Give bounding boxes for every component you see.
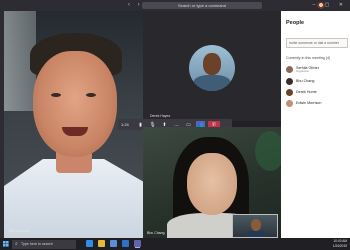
background-plant: [255, 131, 281, 171]
file-explorer-icon[interactable]: [98, 240, 105, 247]
bottom-participant-name-label: Bhu Chang: [147, 231, 165, 235]
participant-avatar: [286, 100, 293, 107]
participant-list-item[interactable]: Serhiia Olivier Organizer: [286, 64, 348, 75]
windows-start-icon[interactable]: [3, 241, 9, 247]
search-icon: ⌕: [15, 241, 18, 247]
command-search-box[interactable]: Search or type a command: [142, 2, 262, 9]
window-controls[interactable]: – ▢ ✕: [313, 2, 347, 9]
self-face: [251, 219, 261, 231]
back-forward-arrows[interactable]: ‹ ›: [128, 2, 143, 9]
participant-face: [203, 53, 221, 75]
participant-body: [193, 75, 231, 91]
participant-name: Derek Hume: [296, 90, 317, 95]
in-meeting-section-label[interactable]: Currently in this meeting (4): [286, 56, 330, 60]
speaker-eye-left: [51, 93, 61, 97]
edge-icon[interactable]: [86, 240, 93, 247]
call-duration: 1:24: [121, 122, 129, 127]
participant-list-item[interactable]: Bhu Chang: [286, 76, 348, 87]
store-icon[interactable]: [110, 240, 117, 247]
system-clock[interactable]: 10:00 AM 1/24/2019: [333, 239, 347, 248]
participant-list-item[interactable]: Edwin Morrison: [286, 98, 348, 109]
clock-date: 1/24/2019: [332, 243, 347, 248]
invite-input[interactable]: Invite someone or dial a number: [286, 38, 348, 48]
participant-list-item[interactable]: Derek Hume: [286, 87, 348, 98]
participant-face: [187, 153, 237, 215]
people-panel: People Invite someone or dial a number C…: [281, 11, 350, 238]
participant-avatar: [286, 89, 293, 96]
pinned-apps: [86, 240, 141, 247]
self-body: [246, 230, 266, 237]
participant-avatar-photo: [189, 45, 235, 91]
participant-tile-top: [143, 11, 281, 121]
participant-avatar: [286, 78, 293, 85]
participant-name: Bhu Chang: [296, 79, 315, 84]
speaker-eye-right: [86, 93, 96, 97]
speaker-face: [33, 51, 117, 157]
taskbar-search-box[interactable]: Type here to search: [12, 239, 76, 249]
title-bar: ‹ › Search or type a command – ▢ ✕: [0, 0, 350, 11]
people-panel-title: People: [286, 20, 305, 26]
control-participant-name: Derek Hayes: [150, 114, 171, 118]
windows-taskbar: Type here to search ⌕ 10:00 AM 1/24/2019: [0, 238, 350, 250]
mail-icon[interactable]: [122, 240, 129, 247]
self-view-video[interactable]: [232, 214, 278, 238]
main-speaker-name-label: Serhii Hunter: [9, 229, 30, 233]
teams-icon[interactable]: [134, 240, 141, 247]
clock-time: 10:00 AM: [333, 239, 347, 243]
participant-name: Edwin Morrison: [296, 101, 322, 106]
participant-role: Organizer: [296, 68, 310, 73]
participant-avatar: [286, 66, 293, 73]
